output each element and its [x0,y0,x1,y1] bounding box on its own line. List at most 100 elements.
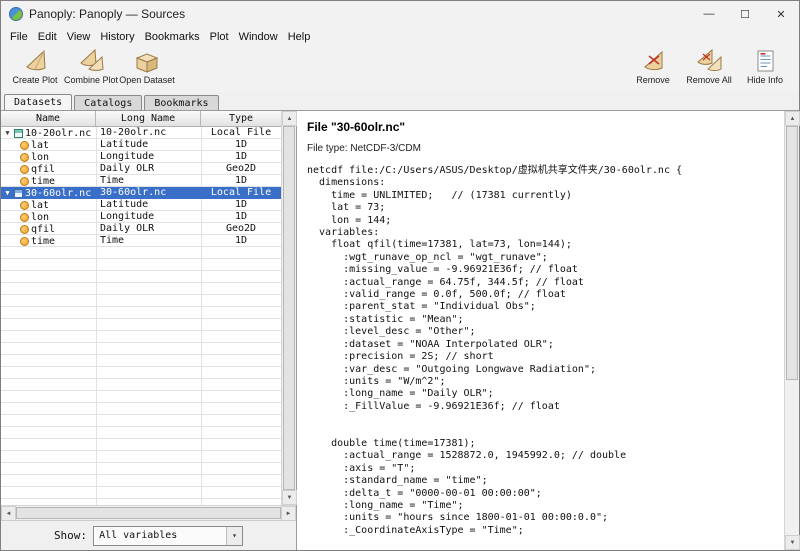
column-header-name[interactable]: Name [1,111,96,126]
cell-name: qfil [31,224,55,235]
tab-datasets[interactable]: Datasets [4,94,72,110]
scroll-up-icon[interactable]: ▲ [785,111,800,126]
title-bar: Panoply: Panoply — Sources — ☐ ✕ [1,1,799,27]
cell-type: Local File [201,127,281,139]
window-title: Panoply: Panoply — Sources [29,7,691,21]
table-row[interactable]: lon Longitude 1D [1,211,281,223]
tab-bookmarks[interactable]: Bookmarks [144,95,218,110]
create-plot-button[interactable]: Create Plot [7,47,63,85]
file-type-line: File type: NetCDF-3/CDM [307,143,780,154]
cell-long-name: 10-20olr.nc [96,127,201,139]
dataset-table-body: ▼ 10-20olr.nc 10-20olr.nc Local File lat… [1,127,281,505]
cell-long-name: Longitude [96,211,201,223]
table-horizontal-scrollbar[interactable]: ◄ ► [1,505,296,520]
show-variables-select[interactable]: All variables ▾ [93,526,243,546]
menu-bookmarks[interactable]: Bookmarks [140,29,205,45]
show-label: Show: [54,529,87,542]
cell-long-name: Daily OLR [96,163,201,175]
close-button[interactable]: ✕ [763,1,799,27]
dataset-icon [14,129,23,138]
scrollbar-thumb[interactable] [283,126,295,490]
menu-help[interactable]: Help [283,29,316,45]
cell-type: Local File [201,187,281,199]
toolbar-button-label: Remove All [686,75,732,85]
scroll-left-icon[interactable]: ◄ [1,506,16,521]
cell-name: time [31,236,55,247]
menu-window[interactable]: Window [234,29,283,45]
remove-button[interactable]: Remove [625,47,681,85]
table-row[interactable]: lat Latitude 1D [1,139,281,151]
menu-bar: File Edit View History Bookmarks Plot Wi… [1,27,799,46]
netcdf-header-text: netcdf file:/C:/Users/ASUS/Desktop/虚拟机共享… [307,165,780,550]
cell-type: 1D [201,235,281,247]
window-controls: — ☐ ✕ [691,1,799,27]
variable-icon [20,237,29,246]
scroll-up-icon[interactable]: ▲ [282,111,297,126]
table-row[interactable]: qfil Daily OLR Geo2D [1,223,281,235]
cell-type: 1D [201,151,281,163]
app-icon [9,7,23,21]
table-row[interactable]: lat Latitude 1D [1,199,281,211]
minimize-button[interactable]: — [691,1,727,27]
table-row[interactable]: ▼ 10-20olr.nc 10-20olr.nc Local File [1,127,281,139]
open-dataset-icon [133,48,161,75]
menu-file[interactable]: File [5,29,33,45]
cell-type: 1D [201,139,281,151]
toolbar-button-label: Open Dataset [119,75,175,85]
cell-type: Geo2D [201,163,281,175]
toolbar-button-label: Create Plot [12,75,57,85]
table-row[interactable]: qfil Daily OLR Geo2D [1,163,281,175]
maximize-button[interactable]: ☐ [727,1,763,27]
create-plot-icon [21,48,49,75]
combo-selected-value: All variables [94,530,226,541]
open-dataset-button[interactable]: Open Dataset [119,47,175,85]
cell-long-name: Daily OLR [96,223,201,235]
datasets-panel: Name Long Name Type ▼ 10-20olr.nc 10-20o… [1,111,297,550]
scrollbar-thumb[interactable] [786,126,798,380]
tab-catalogs[interactable]: Catalogs [74,95,142,110]
scroll-down-icon[interactable]: ▼ [282,490,297,505]
cell-type: Geo2D [201,223,281,235]
menu-plot[interactable]: Plot [205,29,234,45]
cell-long-name: Longitude [96,151,201,163]
panoply-window: Panoply: Panoply — Sources — ☐ ✕ File Ed… [0,0,800,551]
tab-strip: Datasets Catalogs Bookmarks [1,92,799,111]
combine-plot-button[interactable]: Combine Plot [63,47,119,85]
show-bar: Show: All variables ▾ [1,520,296,550]
scrollbar-thumb[interactable] [16,507,281,519]
info-vertical-scrollbar[interactable]: ▲ ▼ [784,111,799,550]
remove-all-button[interactable]: Remove All [681,47,737,85]
variable-icon [20,153,29,162]
toolbar-button-label: Hide Info [747,75,783,85]
hide-info-icon [751,48,779,75]
variable-icon [20,213,29,222]
file-info-panel: File "30-60olr.nc" File type: NetCDF-3/C… [297,111,799,550]
cell-long-name: 30-60olr.nc [96,187,201,199]
scroll-down-icon[interactable]: ▼ [785,535,800,550]
menu-edit[interactable]: Edit [33,29,62,45]
table-row[interactable]: time Time 1D [1,175,281,187]
variable-icon [20,141,29,150]
table-row[interactable]: ▼ 30-60olr.nc 30-60olr.nc Local File [1,187,281,199]
scroll-right-icon[interactable]: ► [281,506,296,521]
dataset-icon [14,189,23,198]
cell-name: lat [31,200,49,211]
cell-long-name: Latitude [96,139,201,151]
expander-icon[interactable]: ▼ [3,188,12,199]
toolbar-button-label: Remove [636,75,670,85]
table-vertical-scrollbar[interactable]: ▲ ▼ [281,111,296,505]
table-row[interactable]: time Time 1D [1,235,281,247]
cell-long-name: Time [96,235,201,247]
cell-type: 1D [201,175,281,187]
hide-info-button[interactable]: Hide Info [737,47,793,85]
expander-icon[interactable]: ▼ [3,128,12,139]
column-header-type[interactable]: Type [201,111,281,126]
menu-history[interactable]: History [95,29,139,45]
cell-name: lon [31,152,49,163]
cell-long-name: Time [96,175,201,187]
table-row[interactable]: lon Longitude 1D [1,151,281,163]
menu-view[interactable]: View [62,29,96,45]
file-info-title: File "30-60olr.nc" [307,120,780,134]
cell-long-name: Latitude [96,199,201,211]
column-header-long-name[interactable]: Long Name [96,111,201,126]
